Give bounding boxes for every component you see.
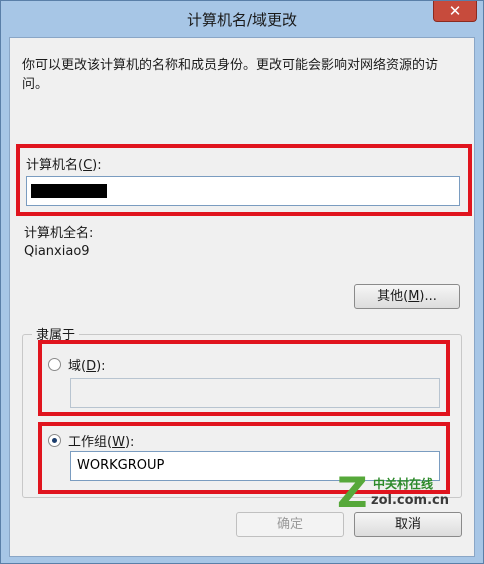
domain-radio[interactable] — [48, 358, 61, 371]
watermark-brand: 中关村在线 — [373, 477, 434, 491]
computer-name-label: 计算机名(C): — [26, 158, 102, 173]
title-bar[interactable]: 计算机名/域更改 ✕ — [1, 1, 483, 37]
computer-name-input[interactable] — [26, 176, 460, 206]
cancel-button[interactable]: 取消 — [354, 512, 462, 537]
other-button[interactable]: 其他(M)... — [354, 284, 460, 309]
full-name-label: 计算机全名: — [24, 226, 94, 241]
domain-input[interactable] — [70, 378, 440, 408]
watermark-z-icon: Z — [337, 468, 368, 517]
close-button[interactable]: ✕ — [433, 1, 477, 22]
domain-label: 域(D): — [68, 359, 106, 374]
description-text: 你可以更改该计算机的名称和成员身份。更改可能会影响对网络资源的访问。 — [22, 58, 439, 92]
full-name-value: Qianxiao9 — [24, 244, 90, 259]
close-icon: ✕ — [448, 2, 462, 20]
watermark-logo: Z 中关村在线 zol.com.cn — [337, 471, 465, 515]
watermark-url: zol.com.cn — [371, 493, 449, 508]
workgroup-radio[interactable] — [48, 434, 61, 447]
workgroup-label: 工作组(W): — [68, 435, 135, 450]
ok-button[interactable]: 确定 — [236, 512, 344, 537]
window-title: 计算机名/域更改 — [186, 11, 298, 29]
dialog-window: 计算机名/域更改 ✕ 你可以更改该计算机的名称和成员身份。更改可能会影响对网络资… — [0, 0, 484, 564]
redacted-value — [31, 184, 107, 198]
